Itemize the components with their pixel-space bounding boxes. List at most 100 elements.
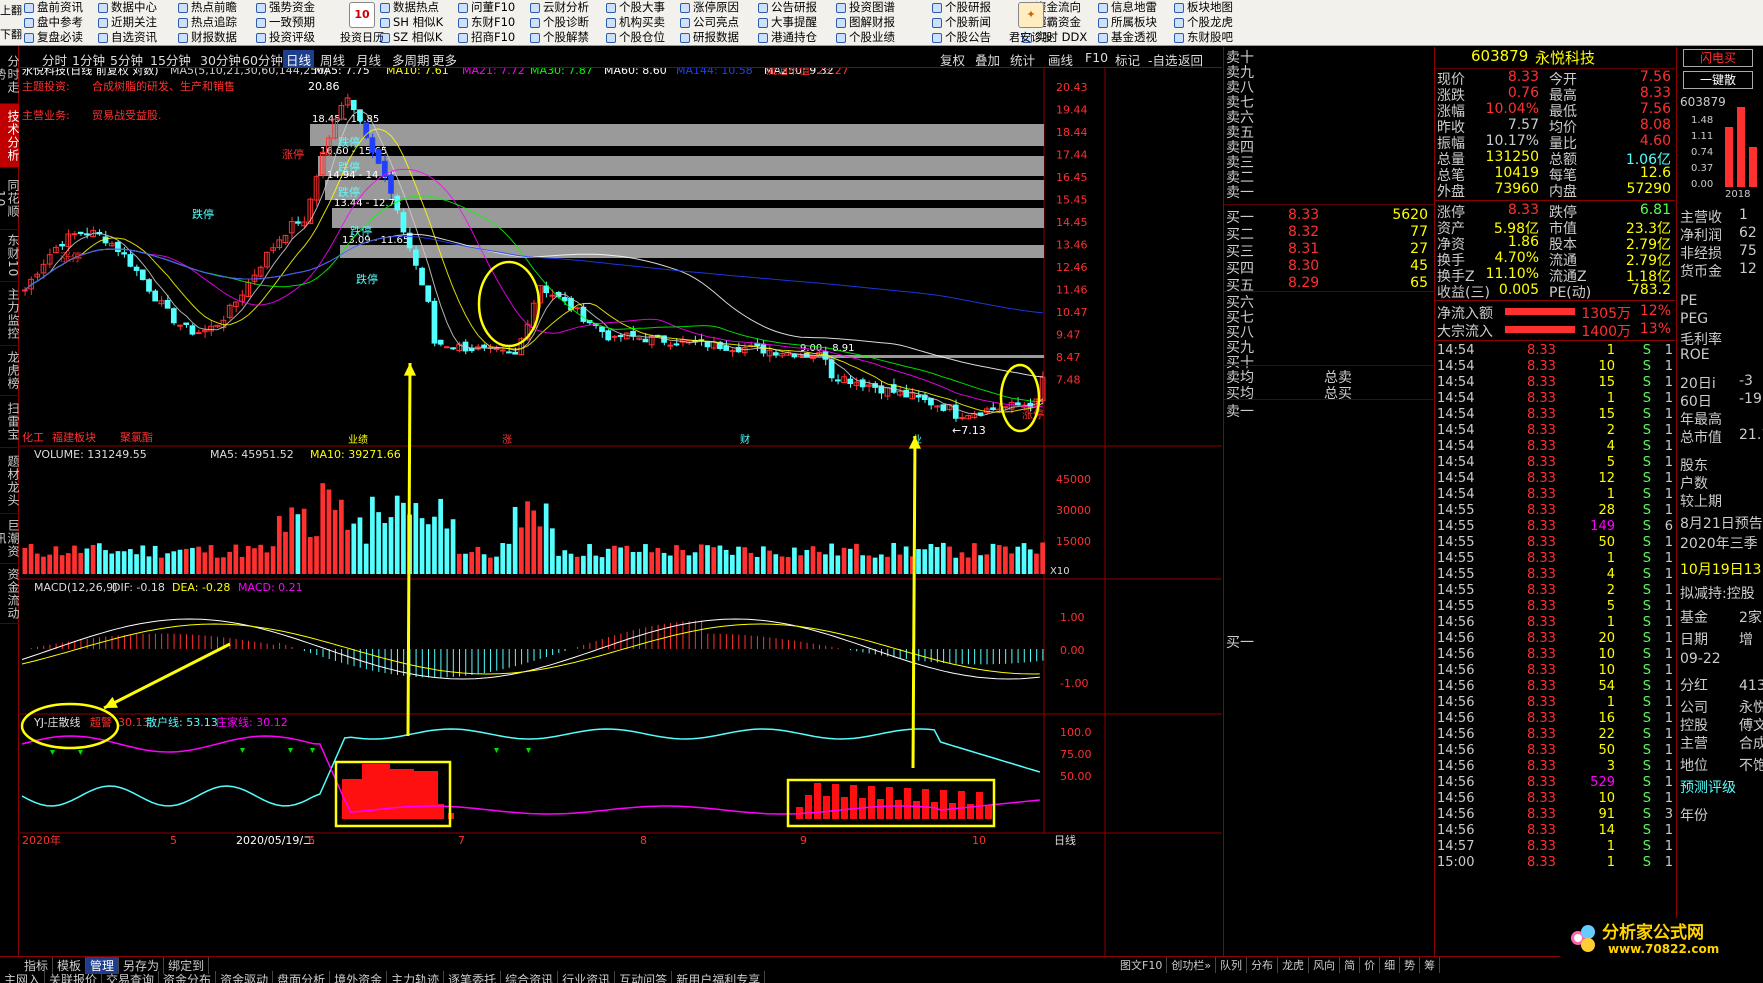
chart-tool-button[interactable]: 叠加: [975, 50, 1000, 69]
toolbar-item[interactable]: 研报数据: [680, 30, 739, 45]
side-nav-item[interactable]: 扫雷宝: [0, 396, 20, 448]
f10-item[interactable]: 主营收: [1680, 207, 1722, 227]
period-tab[interactable]: 分时: [42, 50, 67, 69]
panel-tab[interactable]: 图文F10: [1116, 957, 1168, 973]
f10-item[interactable]: ROE: [1680, 347, 1710, 363]
bid-row[interactable]: 买二 8.32 77: [1224, 224, 1434, 243]
toolbar-item[interactable]: 公司亮点: [680, 15, 739, 30]
f10-item[interactable]: 分红: [1680, 675, 1708, 695]
toolbar-item[interactable]: 盘中参考: [24, 15, 83, 30]
toolbar-item[interactable]: 个股仓位: [606, 30, 665, 45]
period-tab[interactable]: 周线: [320, 50, 345, 69]
toolbar-item[interactable]: 财报数据: [178, 30, 237, 45]
f10-item[interactable]: 较上期: [1680, 491, 1722, 511]
period-tab[interactable]: 更多: [432, 50, 457, 69]
info-tab[interactable]: 主力轨迹: [387, 971, 445, 983]
period-tab[interactable]: 1分钟: [72, 50, 105, 69]
f10-item[interactable]: 总市值: [1680, 427, 1722, 447]
toolbar-item[interactable]: 个股公告: [932, 30, 991, 45]
toolbar-item[interactable]: 大事提醒: [758, 15, 817, 30]
f10-item[interactable]: PEG: [1680, 311, 1708, 327]
panel-tab[interactable]: 创功栏»: [1167, 957, 1217, 973]
toolbar-item[interactable]: 热点追踪: [178, 15, 237, 30]
toolbar-item[interactable]: 云财分析: [530, 0, 589, 15]
panel-tab[interactable]: 龙虎: [1278, 957, 1310, 973]
side-nav-item[interactable]: 同花顺10: [0, 168, 20, 230]
f10-item[interactable]: 公司: [1680, 697, 1708, 717]
chart-tool-button[interactable]: F10: [1085, 50, 1108, 65]
info-tab[interactable]: 互动问答: [615, 971, 673, 983]
toolbar-item[interactable]: 图解财报: [836, 15, 895, 30]
period-tab[interactable]: 多周期: [392, 50, 430, 69]
panel-tab[interactable]: 价: [1360, 957, 1381, 973]
chart-tool-button[interactable]: 返回: [1178, 50, 1203, 69]
toolbar-item[interactable]: 近期关注: [98, 15, 157, 30]
side-nav-item[interactable]: 分时走势: [0, 46, 20, 104]
bid-row[interactable]: 买四 8.30 45: [1224, 258, 1434, 277]
event-marker[interactable]: 涨: [502, 434, 512, 446]
toolbar-item[interactable]: 个股诊断: [530, 15, 589, 30]
toolbar-item[interactable]: 基金透视: [1098, 30, 1157, 45]
f10-item[interactable]: 预测评级: [1680, 777, 1736, 797]
page-up-button[interactable]: 上翻: [0, 2, 22, 18]
kline-chart-area[interactable]: 永悦科技(日线 前复权 对数) MA5(5,10,21,30,60,144,250…: [20, 68, 1222, 956]
toolbar-item[interactable]: 强势资金: [256, 0, 315, 15]
info-tab[interactable]: 资金分布: [159, 971, 217, 983]
toolbar-item[interactable]: 港通持仓: [758, 30, 817, 45]
stock-diagnosis-button[interactable]: ✦ 君安诊股: [1000, 0, 1062, 45]
info-tab[interactable]: 主网入: [0, 971, 46, 983]
chart-tool-button[interactable]: 复权: [940, 50, 965, 69]
event-marker[interactable]: 业绩: [348, 433, 368, 446]
f10-item[interactable]: 日期: [1680, 629, 1708, 649]
info-tab[interactable]: 境外资金: [330, 971, 388, 983]
chart-tool-button[interactable]: -自选: [1148, 50, 1178, 69]
flash-buy-button[interactable]: 闪电买: [1683, 49, 1753, 67]
toolbar-item[interactable]: 涨停原因: [680, 0, 739, 15]
f10-item[interactable]: 09-22: [1680, 651, 1721, 667]
f10-item[interactable]: 控股: [1680, 715, 1708, 735]
bid-row[interactable]: 买一 8.33 5620: [1224, 207, 1434, 226]
toolbar-item[interactable]: 自选资讯: [98, 30, 157, 45]
f10-item[interactable]: PE: [1680, 293, 1697, 309]
f10-item[interactable]: 净利润: [1680, 225, 1722, 245]
toolbar-item[interactable]: 投资评级: [256, 30, 315, 45]
side-nav-item[interactable]: 技术分析: [0, 104, 20, 168]
toolbar-item[interactable]: 数据中心: [98, 0, 157, 15]
side-nav-item[interactable]: 龙虎榜: [0, 346, 20, 396]
chart-tool-button[interactable]: 标记: [1115, 50, 1140, 69]
info-tab[interactable]: 交易查询: [102, 971, 160, 983]
f10-item[interactable]: 年份: [1680, 805, 1708, 825]
side-nav-item[interactable]: 题材龙头: [0, 448, 20, 514]
toolbar-item[interactable]: 投资图谱: [836, 0, 895, 15]
f10-item[interactable]: 年最高: [1680, 409, 1722, 429]
toolbar-item[interactable]: 信息地雷: [1098, 0, 1157, 15]
info-tab[interactable]: 新用户福利专享: [672, 971, 766, 983]
side-nav-item[interactable]: 巨潮资讯: [0, 514, 20, 564]
info-tab[interactable]: 资金驱动: [216, 971, 274, 983]
panel-tab[interactable]: 细: [1380, 957, 1401, 973]
side-nav-item[interactable]: 主力监控: [0, 282, 20, 346]
toolbar-item[interactable]: 盘前资讯: [24, 0, 83, 15]
toolbar-item[interactable]: 公告研报: [758, 0, 817, 15]
f10-item[interactable]: 60日: [1680, 391, 1712, 411]
panel-tab[interactable]: 势: [1400, 957, 1421, 973]
panel-tab[interactable]: 简: [1340, 957, 1361, 973]
toolbar-item[interactable]: 东财F10: [458, 15, 515, 30]
panel-tab[interactable]: 风向: [1309, 957, 1341, 973]
toolbar-item[interactable]: 东财股吧: [1174, 30, 1233, 45]
toolbar-item[interactable]: 个股解禁: [530, 30, 589, 45]
f10-item[interactable]: 10月19日13: [1680, 559, 1761, 579]
f10-item[interactable]: 户数: [1680, 473, 1708, 493]
info-tab[interactable]: 逐笔委托: [444, 971, 502, 983]
f10-item[interactable]: 非经损: [1680, 243, 1722, 263]
f10-item[interactable]: 股东: [1680, 455, 1708, 475]
toolbar-item[interactable]: 一致预期: [256, 15, 315, 30]
panel-tab[interactable]: 筹: [1420, 957, 1441, 973]
info-tab[interactable]: 盘面分析: [273, 971, 331, 983]
toolbar-item[interactable]: 所属板块: [1098, 15, 1157, 30]
f10-item[interactable]: 8月21日预告: [1680, 513, 1763, 533]
info-tab[interactable]: 行业资讯: [558, 971, 616, 983]
f10-item[interactable]: 2020年三季: [1680, 533, 1758, 553]
toolbar-item[interactable]: 机构买卖: [606, 15, 665, 30]
toolbar-item[interactable]: 个股业绩: [836, 30, 895, 45]
